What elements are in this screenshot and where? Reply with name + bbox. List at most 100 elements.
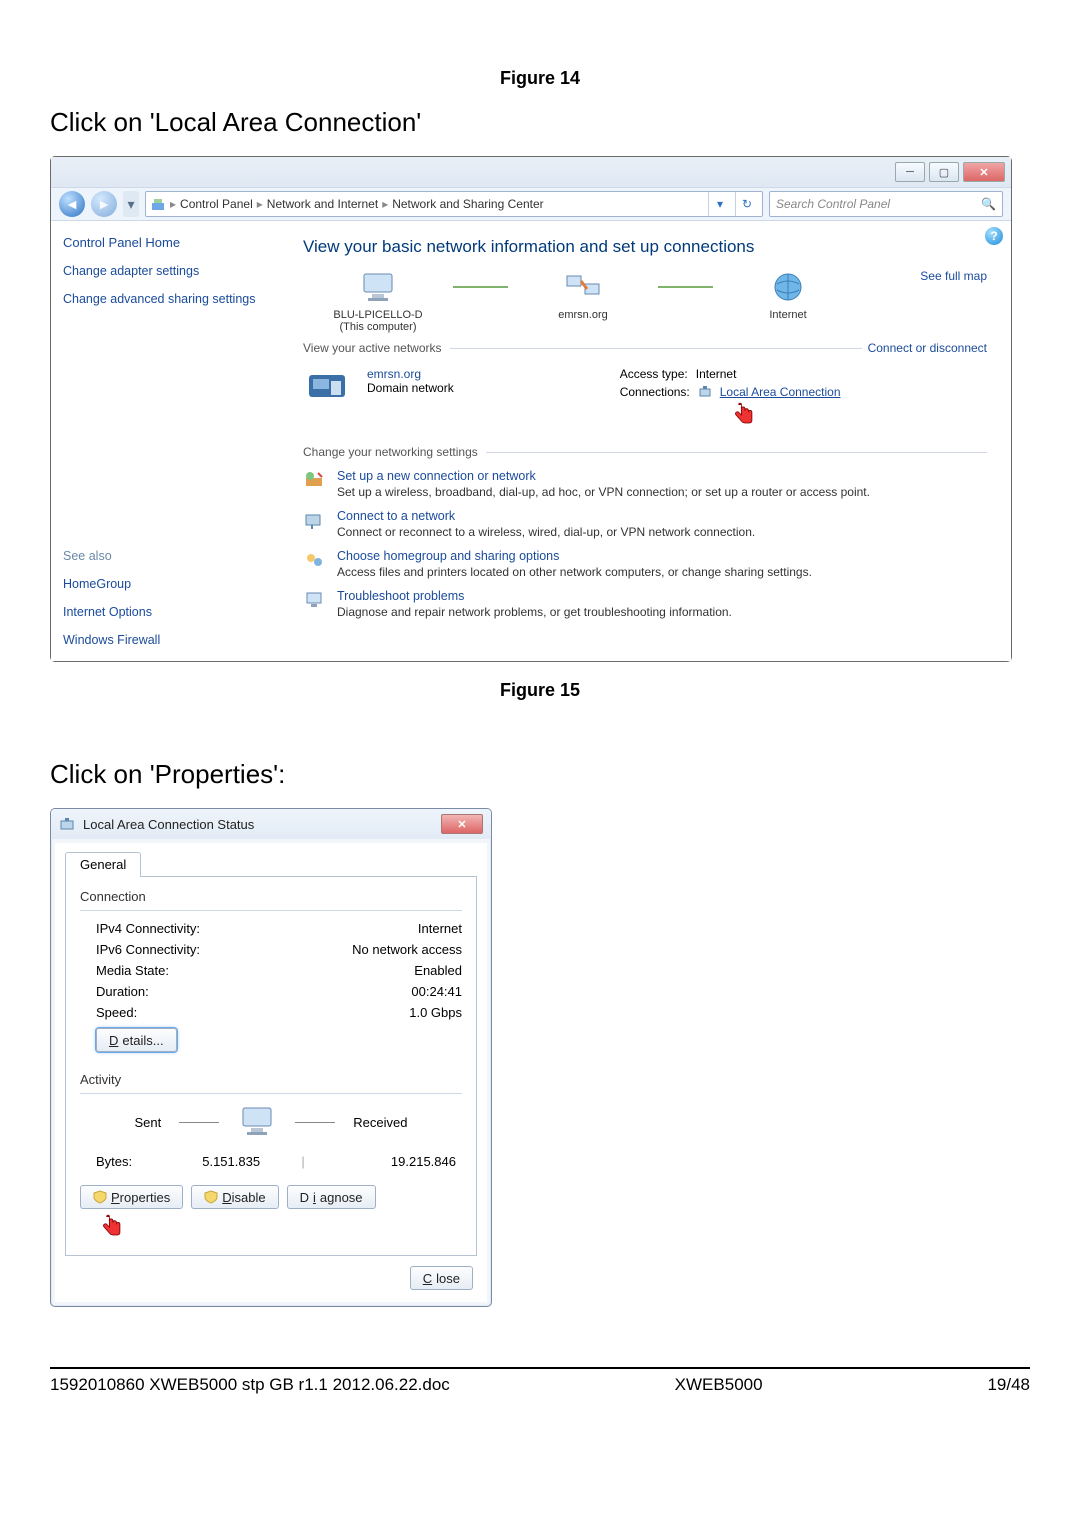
back-button[interactable]: ◄ (59, 191, 85, 217)
search-input[interactable]: Search Control Panel 🔍 (769, 191, 1003, 217)
task-homegroup[interactable]: Choose homegroup and sharing options Acc… (303, 549, 987, 579)
node-pc-sub: (This computer) (339, 321, 416, 333)
figure-15-caption: Figure 15 (50, 680, 1030, 701)
details-button[interactable]: DDetails...etails... (96, 1028, 177, 1052)
cursor-indicator (730, 401, 841, 429)
connect-network-icon (303, 509, 325, 531)
network-type: Domain network (367, 381, 454, 395)
forward-button[interactable]: ► (91, 191, 117, 217)
duration-value: 00:24:41 (411, 984, 462, 999)
close-button[interactable]: Close (410, 1266, 473, 1290)
task-setup-connection[interactable]: Set up a new connection or network Set u… (303, 469, 987, 499)
task-desc: Connect or reconnect to a wireless, wire… (337, 525, 755, 539)
search-placeholder: Search Control Panel (776, 197, 890, 211)
see-full-map-link[interactable]: See full map (920, 269, 987, 283)
sidebar-adapter-settings[interactable]: Change adapter settings (63, 264, 283, 278)
history-dropdown[interactable]: ▾ (123, 191, 139, 217)
connections-label: Connections: (620, 385, 690, 399)
setup-connection-icon (303, 469, 325, 491)
network-info: emrsn.org Domain network (367, 367, 454, 395)
local-area-connection-link[interactable]: Local Area Connection (720, 385, 841, 399)
sent-label: Sent (135, 1115, 162, 1130)
sidebar-seealso-label: See also (63, 549, 283, 563)
ipv4-label: IPv4 Connectivity: (96, 921, 200, 936)
figure-14-caption: Figure 14 (50, 68, 1030, 89)
sidebar-home[interactable]: Control Panel Home (63, 235, 283, 250)
crumb-root[interactable]: Control Panel (180, 197, 253, 211)
group-active-networks: View your active networks Connect or dis… (303, 341, 987, 355)
tab-page: Connection IPv4 Connectivity: Internet IP… (65, 876, 477, 1256)
media-label: Media State: (96, 963, 169, 978)
close-button[interactable]: ✕ (963, 162, 1005, 182)
active-network-row: emrsn.org Domain network Access type: In… (303, 361, 987, 439)
footer-right: 19/48 (987, 1375, 1030, 1395)
sidebar: Control Panel Home Change adapter settin… (51, 221, 295, 661)
maximize-button[interactable]: ▢ (929, 162, 959, 182)
breadcrumb-bar[interactable]: ▸ Control Panel ▸ Network and Internet ▸… (145, 191, 763, 217)
main-heading: View your basic network information and … (303, 237, 987, 257)
task-list: Set up a new connection or network Set u… (303, 469, 987, 619)
received-label: Received (353, 1115, 407, 1130)
dialog-titlebar: Local Area Connection Status ✕ (51, 809, 491, 839)
ipv6-value: No network access (352, 942, 462, 957)
footer-left: 1592010860 XWEB5000 stp GB r1.1 2012.06.… (50, 1375, 450, 1395)
section-connection-label: Connection (80, 889, 462, 904)
sidebar-windows-firewall[interactable]: Windows Firewall (63, 633, 283, 647)
instruction-2: Click on 'Properties': (50, 759, 1030, 790)
bytes-label: Bytes: (96, 1154, 132, 1169)
minimize-button[interactable]: ─ (895, 162, 925, 182)
shield-icon (93, 1190, 107, 1204)
task-connect-network[interactable]: Connect to a network Connect or reconnec… (303, 509, 987, 539)
dialog-close-button[interactable]: ✕ (441, 814, 483, 834)
troubleshoot-icon (303, 589, 325, 611)
sidebar-homegroup[interactable]: HomeGroup (63, 577, 283, 591)
speed-label: Speed: (96, 1005, 137, 1020)
bytes-received-value: 19.215.846 (346, 1154, 456, 1169)
sidebar-internet-options[interactable]: Internet Options (63, 605, 283, 619)
node-internet-label: Internet (769, 309, 806, 321)
access-type-label: Access type: (620, 367, 688, 381)
lan-status-dialog: Local Area Connection Status ✕ General C… (50, 808, 492, 1307)
main-content: View your basic network information and … (295, 221, 1011, 661)
page-footer: 1592010860 XWEB5000 stp GB r1.1 2012.06.… (50, 1367, 1030, 1395)
network-name[interactable]: emrsn.org (367, 367, 454, 381)
node-domain: emrsn.org (508, 269, 658, 321)
group-active-label: View your active networks (303, 341, 442, 355)
group-change-label: Change your networking settings (303, 445, 478, 459)
duration-label: Duration: (96, 984, 149, 999)
node-domain-label: emrsn.org (558, 309, 608, 321)
refresh-button[interactable]: ↻ (735, 192, 758, 216)
media-value: Enabled (414, 963, 462, 978)
connection-info: Access type: Internet Connections: Local… (620, 367, 841, 429)
properties-button[interactable]: Properties (80, 1185, 183, 1209)
globe-icon (768, 269, 808, 305)
ipv6-label: IPv6 Connectivity: (96, 942, 200, 957)
crumb-l3[interactable]: Network and Sharing Center (392, 197, 543, 211)
ipv4-value: Internet (418, 921, 462, 936)
crumb-l2[interactable]: Network and Internet (267, 197, 378, 211)
pointing-hand-icon (730, 401, 758, 429)
dialog-body: General Connection IPv4 Connectivity: Int… (55, 843, 487, 1302)
bytes-sent-value: 5.151.835 (160, 1154, 260, 1169)
dialog-title: Local Area Connection Status (83, 817, 433, 832)
lan-adapter-icon (698, 385, 712, 399)
diagnose-button[interactable]: Diagnose (287, 1185, 376, 1209)
tab-general[interactable]: General (65, 852, 141, 877)
cursor-indicator-2 (98, 1213, 462, 1241)
section-activity-label: Activity (80, 1072, 462, 1087)
task-troubleshoot[interactable]: Troubleshoot problems Diagnose and repai… (303, 589, 987, 619)
task-desc: Access files and printers located on oth… (337, 565, 812, 579)
search-icon: 🔍 (981, 197, 996, 211)
disable-button[interactable]: Disable (191, 1185, 278, 1209)
breadcrumb-icon (150, 196, 166, 212)
domain-network-icon (303, 367, 351, 407)
connect-disconnect-link[interactable]: Connect or disconnect (868, 341, 987, 355)
group-change-settings: Change your networking settings (303, 445, 987, 459)
task-title: Connect to a network (337, 509, 755, 523)
sidebar-advanced-sharing[interactable]: Change advanced sharing settings (63, 292, 283, 306)
homegroup-icon (303, 549, 325, 571)
access-type-value: Internet (696, 367, 737, 381)
node-pc-label: BLU-LPICELLO-D (333, 309, 422, 321)
breadcrumb-dropdown[interactable]: ▾ (708, 192, 731, 216)
footer-center: XWEB5000 (675, 1375, 763, 1395)
